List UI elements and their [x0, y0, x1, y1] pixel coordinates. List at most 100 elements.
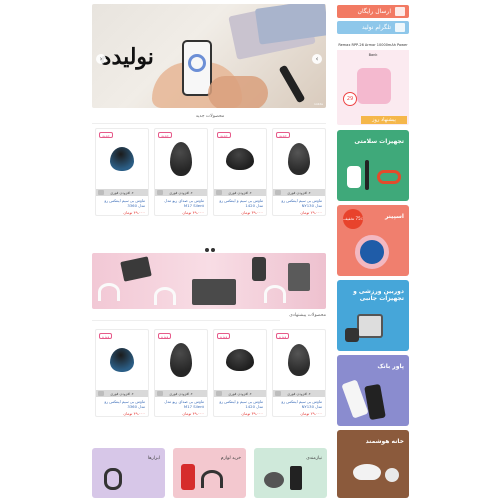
hero-banner[interactable]: نولیده ‹ › nolide [92, 4, 326, 108]
product-card[interactable]: ویژه ⌕ افزودن فوری ماوس بی سیم و اینتکس رو… [213, 329, 267, 417]
bottom-category-shopping[interactable]: خرید لوازم [173, 448, 246, 498]
phone-graphic [290, 466, 302, 490]
product-card[interactable]: جدید ⌕ افزودن فوری ماوس بی سیم و اینتکس رو… [213, 128, 267, 216]
smart-device-graphic [385, 468, 399, 482]
quick-add-button[interactable]: ⌕ افزودن فوری [96, 390, 148, 397]
telegram-button[interactable]: تلگرام نولید [337, 21, 409, 34]
product-card[interactable]: ویژه ⌕ افزودن فوری ماوس بی سیم اینتکس رو م… [95, 329, 149, 417]
bottom-category-tools[interactable]: ابزارها [92, 448, 165, 498]
quick-add-button[interactable]: ⌕ افزودن فوری [214, 189, 266, 196]
cart-icon[interactable] [216, 190, 222, 195]
search-icon: ⌕ [307, 190, 311, 195]
quick-add-label: افزودن فوری [228, 191, 249, 195]
notebook-graphic [254, 4, 326, 45]
chevron-left-icon[interactable]: ‹ [96, 54, 106, 64]
section-title-new: محصولات جدید [195, 114, 225, 119]
headphones-graphic [201, 470, 223, 488]
product-card[interactable]: جدید ⌕ افزودن فوری ماوس بی سیم اینتکس رو م… [272, 128, 326, 216]
product-badge: جدید [217, 132, 231, 138]
category-health[interactable]: تجهیزات سلامتی [337, 130, 409, 201]
product-image[interactable] [216, 131, 264, 187]
quick-add-button[interactable]: ⌕ افزودن فوری [214, 390, 266, 397]
quick-add-label: افزودن فوری [228, 392, 249, 396]
product-name[interactable]: ماوس بی صدای رپو مدل M17 Silent [156, 399, 204, 409]
quick-add-button[interactable]: ⌕ افزودن فوری [96, 189, 148, 196]
product-image[interactable] [157, 332, 205, 388]
divider [92, 123, 326, 124]
phone-graphic [252, 257, 266, 281]
category-action-camera[interactable]: دوربین ورزشی و تجهیزات جانبی [337, 280, 409, 351]
tablet-graphic [288, 263, 310, 291]
quick-add-button[interactable]: ⌕ افزودن فوری [155, 390, 207, 397]
toothbrush-graphic [365, 160, 369, 190]
mouse-graphic [170, 343, 192, 377]
product-badge: ویژه [276, 333, 290, 339]
product-image[interactable] [275, 131, 323, 187]
hand-graphic [208, 76, 268, 108]
product-name[interactable]: ماوس بی سیم اینتکس رو مدل 3360 [97, 399, 145, 409]
category-label: خرید لوازم [220, 456, 241, 461]
product-card[interactable]: ویژه ⌕ افزودن فوری ماوس بی صدای رپو مدل M1… [154, 329, 208, 417]
quick-add-label: افزودن فوری [110, 392, 131, 396]
cart-icon[interactable] [275, 190, 281, 195]
product-image[interactable] [216, 332, 264, 388]
product-badge: جدید [276, 132, 290, 138]
hero-title: نولیده [100, 44, 154, 70]
category-power-bank[interactable]: پاور بانک [337, 355, 409, 426]
quick-add-button[interactable]: ⌕ افزودن فوری [273, 189, 325, 196]
product-name[interactable]: ماوس بی صدای رپو مدل M17 Silent [156, 198, 204, 208]
cart-icon[interactable] [275, 391, 281, 396]
search-icon: ⌕ [248, 391, 252, 396]
quick-add-button[interactable]: ⌕ افزودن فوری [273, 390, 325, 397]
quick-add-label: افزودن فوری [287, 191, 308, 195]
product-card[interactable]: جدید ⌕ افزودن فوری ماوس بی صدای رپو مدل M1… [154, 128, 208, 216]
telegram-icon [395, 23, 405, 32]
product-name[interactable]: ماوس بی سیم و اینتکس رو مدل 1420 [215, 198, 263, 208]
chevron-right-icon[interactable]: › [312, 54, 322, 64]
quick-add-label: افزودن فوری [287, 392, 308, 396]
divider [92, 320, 280, 321]
cart-icon[interactable] [157, 391, 163, 396]
product-card[interactable]: جدید ⌕ افزودن فوری ماوس بی سیم اینتکس رو م… [95, 128, 149, 216]
cart-icon[interactable] [216, 391, 222, 396]
product-badge: ویژه [99, 333, 113, 339]
product-price: ۴۹،۰۰۰ تومان [123, 411, 145, 416]
promo-power-bank[interactable]: Remax RPP-26 Armor 10000mAh Power Bank 2… [337, 40, 409, 125]
product-name[interactable]: ماوس بی سیم اینتکس رو مدل NY130 [274, 198, 322, 208]
category-smart-home[interactable]: خانه هوشمند [337, 430, 409, 498]
product-price: ۳۹،۰۰۰ تومان [241, 411, 263, 416]
mouse-graphic [110, 147, 134, 171]
power-bank-graphic [364, 383, 386, 421]
discount-badge: 29 [343, 92, 357, 106]
quick-add-button[interactable]: ⌕ افزودن فوری [155, 189, 207, 196]
cart-icon[interactable] [98, 190, 104, 195]
product-price: ۲۹،۰۰۰ تومان [300, 210, 322, 215]
power-bank-graphic [357, 68, 391, 104]
product-image[interactable] [98, 131, 146, 187]
mouse-graphic [288, 344, 310, 376]
product-badge: ویژه [217, 333, 231, 339]
search-icon: ⌕ [189, 190, 193, 195]
free-shipping-button[interactable]: ارسال رایگان [337, 5, 409, 18]
product-image[interactable] [275, 332, 323, 388]
category-spinner[interactable]: اسپینر 75٪ تخفیف [337, 205, 409, 276]
product-name[interactable]: ماوس بی سیم و اینتکس رو مدل 1420 [215, 399, 263, 409]
slider-dot[interactable] [205, 248, 209, 252]
phone-graphic [182, 40, 212, 96]
mouse-graphic [226, 148, 254, 170]
product-name[interactable]: ماوس بی سیم اینتکس رو مدل NY130 [274, 399, 322, 409]
slider-dot[interactable] [211, 248, 215, 252]
free-shipping-label: ارسال رایگان [357, 8, 391, 15]
product-image[interactable] [98, 332, 146, 388]
category-label: اسپینر [384, 213, 404, 220]
product-card[interactable]: ویژه ⌕ افزودن فوری ماوس بی سیم اینتکس رو م… [272, 329, 326, 417]
accessories-banner[interactable] [92, 253, 326, 309]
cart-icon[interactable] [98, 391, 104, 396]
cart-icon[interactable] [157, 190, 163, 195]
truck-icon [395, 7, 405, 16]
product-name[interactable]: ماوس بی سیم اینتکس رو مدل 3360 [97, 198, 145, 208]
promo-tag: پیشنهاد روز [361, 116, 407, 124]
bottom-category-needs[interactable]: نیازمندی [254, 448, 327, 498]
product-image[interactable] [157, 131, 205, 187]
mouse-graphic [170, 142, 192, 176]
